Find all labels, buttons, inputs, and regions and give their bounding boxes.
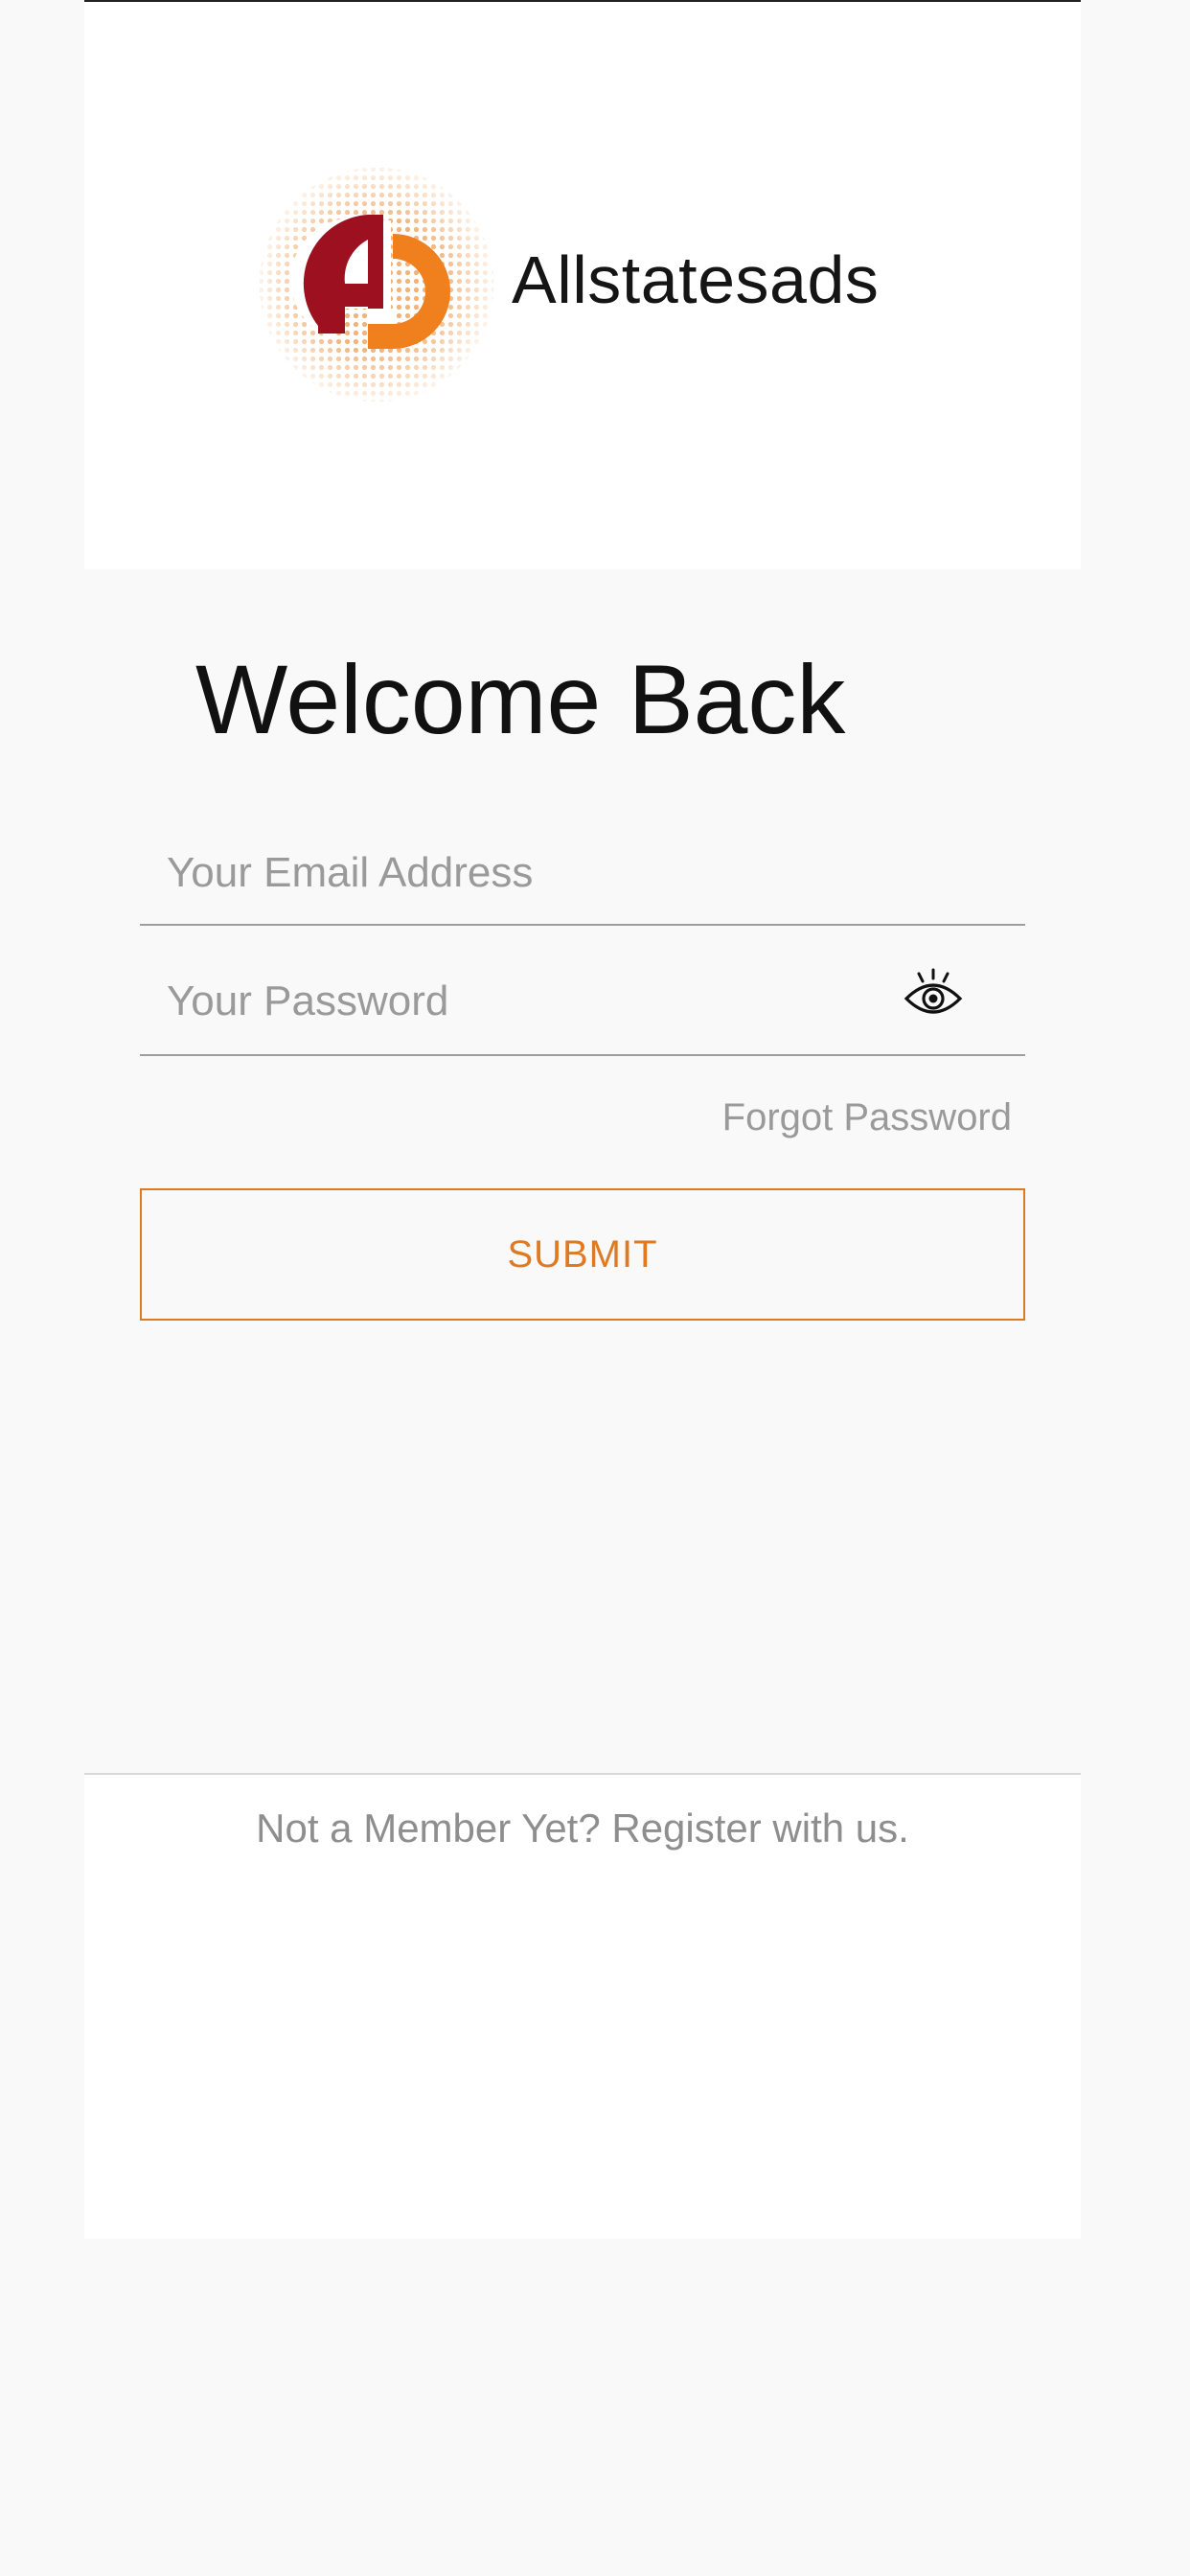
brand-name: Allstatesads bbox=[512, 242, 880, 317]
login-card: Allstatesads Welcome Back Your Email Add… bbox=[84, 2, 1081, 2239]
login-screen: Allstatesads Welcome Back Your Email Add… bbox=[0, 0, 1190, 2576]
page-title: Welcome Back bbox=[195, 645, 846, 754]
footer-divider bbox=[84, 1773, 1081, 1775]
ad-globe-logo-icon bbox=[257, 165, 496, 404]
logo-header: Allstatesads bbox=[84, 2, 1081, 569]
email-field-container bbox=[140, 820, 1025, 926]
password-field[interactable] bbox=[167, 968, 933, 1035]
register-link[interactable]: Not a Member Yet? Register with us. bbox=[84, 1806, 1081, 1852]
email-field[interactable] bbox=[167, 840, 933, 907]
password-field-container bbox=[140, 949, 1025, 1056]
eye-icon[interactable] bbox=[903, 966, 964, 1024]
forgot-password-link[interactable]: Forgot Password bbox=[722, 1096, 1012, 1139]
submit-button[interactable]: SUBMIT bbox=[140, 1188, 1025, 1321]
login-form: Welcome Back Forgot Passwor bbox=[84, 569, 1081, 1773]
